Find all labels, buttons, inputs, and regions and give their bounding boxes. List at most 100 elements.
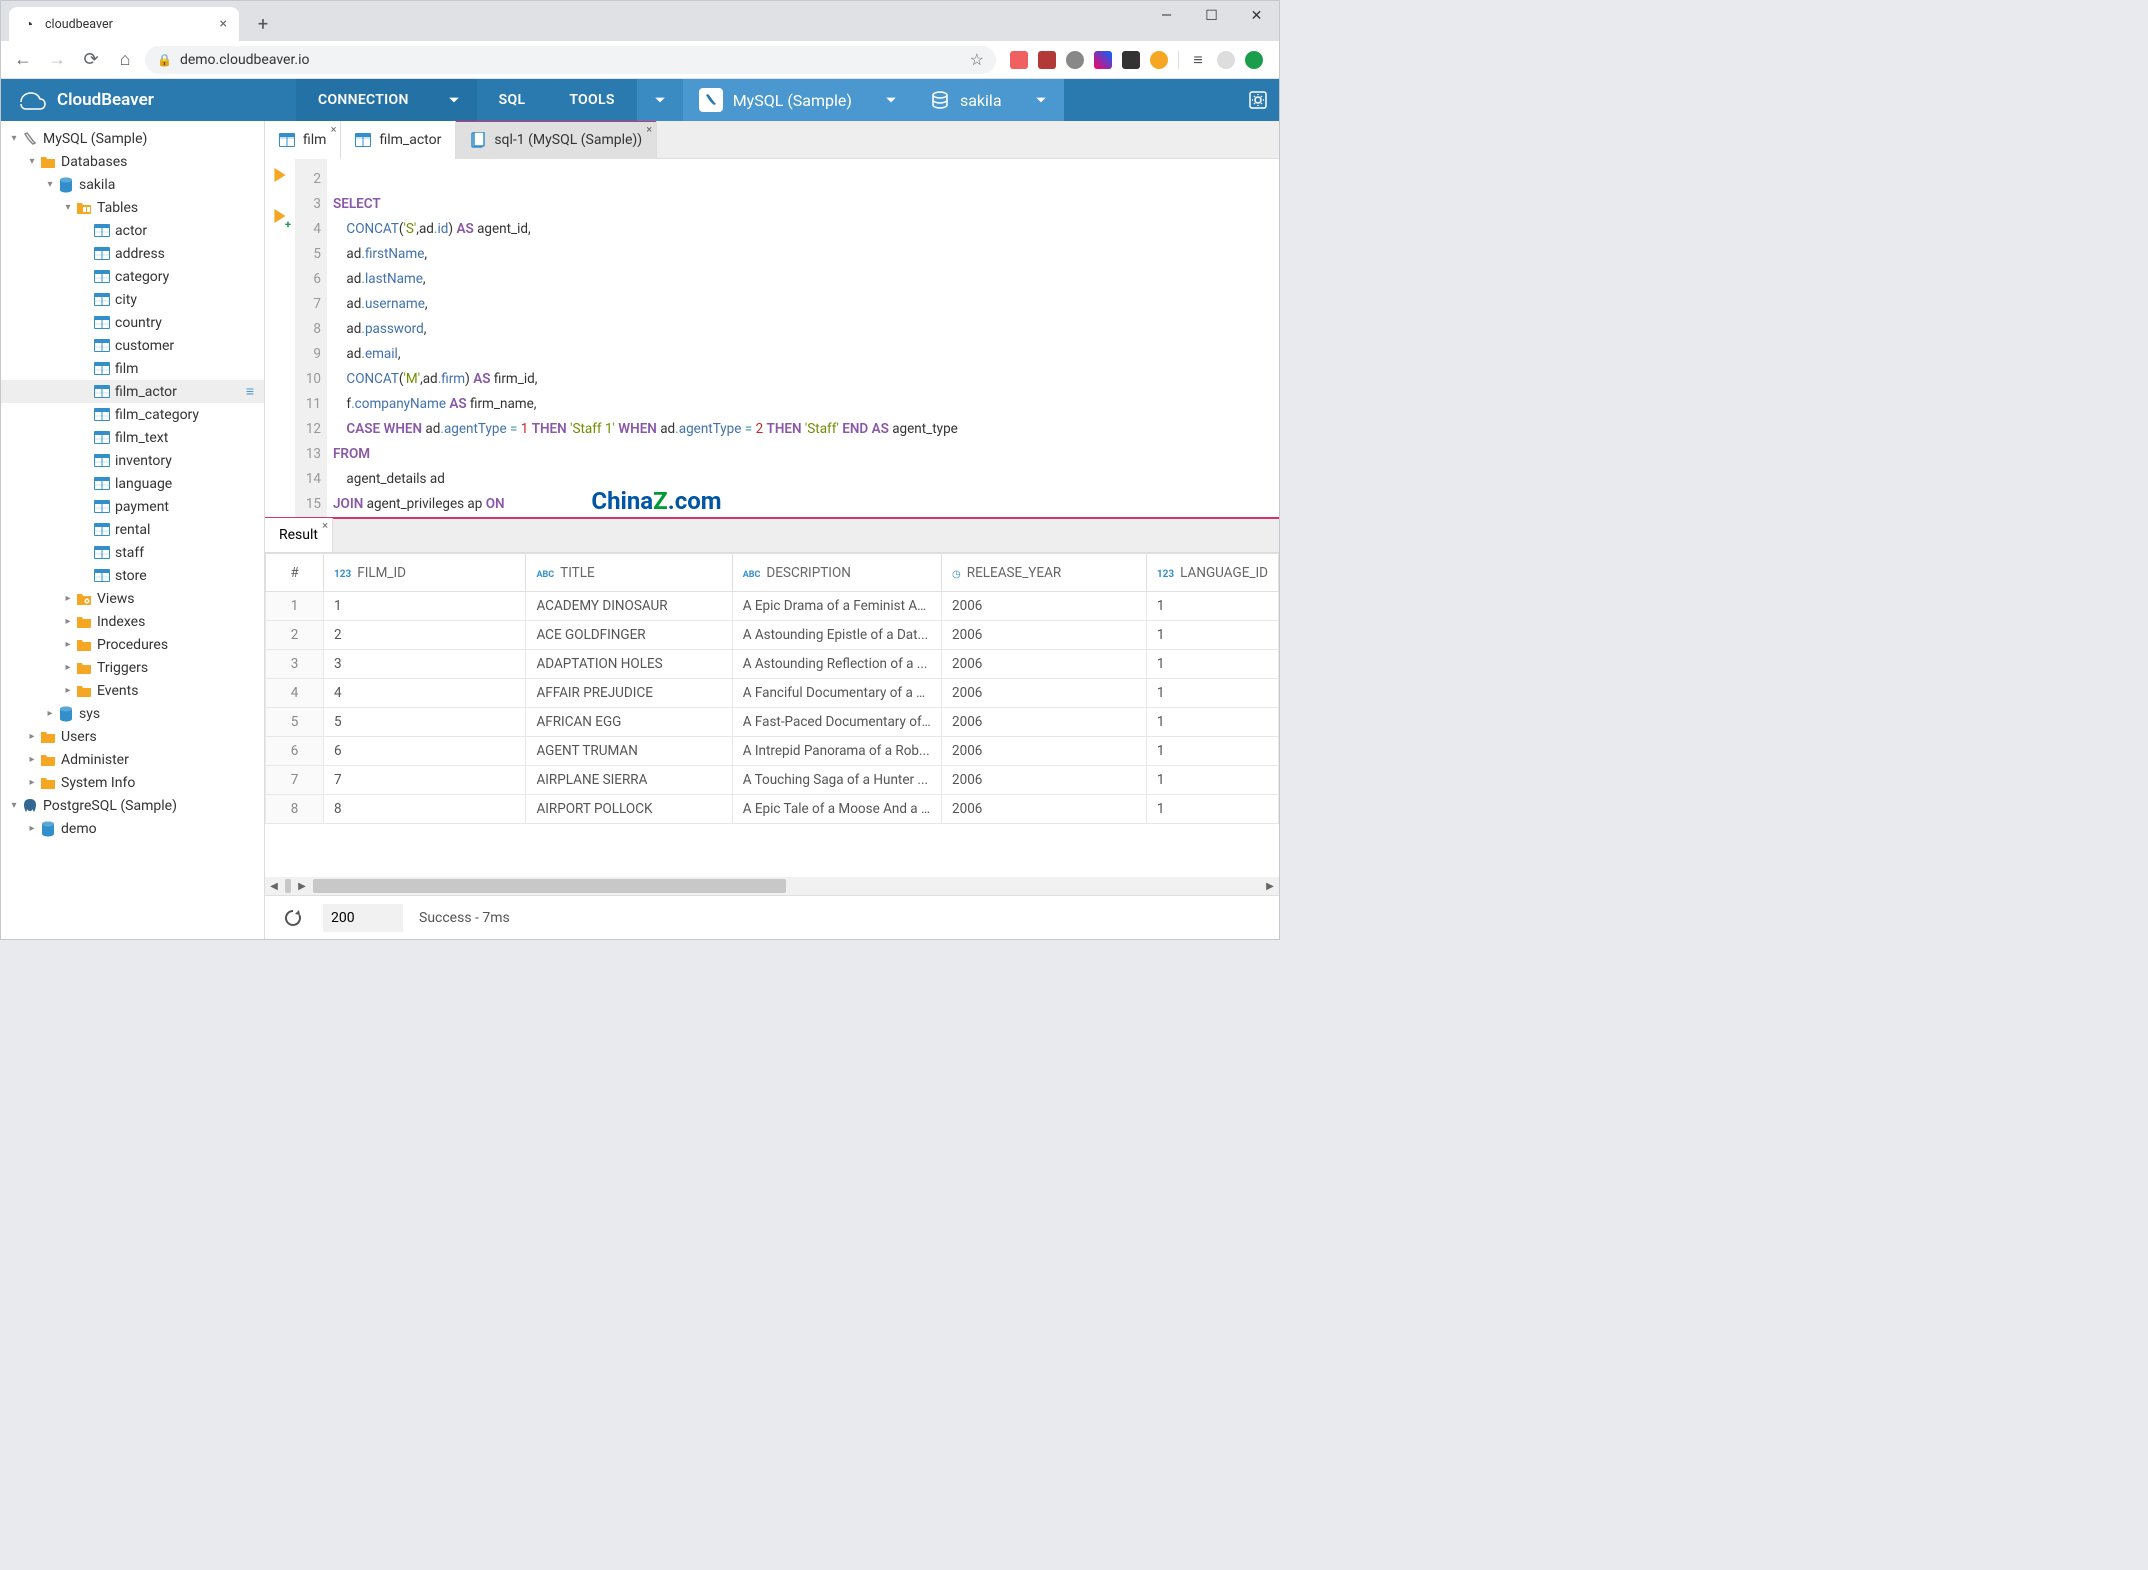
cell-description[interactable]: A Epic Drama of a Feminist An... [732, 592, 941, 621]
cell-description[interactable]: A Astounding Epistle of a Dat... [732, 621, 941, 650]
nav-reload-button[interactable]: ⟳ [77, 46, 105, 74]
new-tab-button[interactable]: + [249, 10, 277, 38]
tree-users[interactable]: ▸ Users [1, 725, 264, 748]
app-logo[interactable]: CloudBeaver [1, 88, 296, 112]
cell-title[interactable]: ADAPTATION HOLES [526, 650, 732, 679]
cell-language-id[interactable]: 1 [1146, 737, 1278, 766]
cell-description[interactable]: A Astounding Reflection of a ... [732, 650, 941, 679]
result-grid[interactable]: # 123FILM_ID ABCTITLE ABCDESCRIPTION ◷RE… [265, 553, 1279, 877]
tree-toggle-icon[interactable]: ▾ [43, 179, 57, 190]
cell-title[interactable]: AIRPORT POLLOCK [526, 795, 732, 824]
ext-icon-5[interactable] [1122, 51, 1140, 69]
tree-tables[interactable]: ▾ Tables [1, 196, 264, 219]
tree-toggle-icon[interactable]: ▾ [7, 800, 21, 811]
nav-forward-button[interactable]: → [43, 46, 71, 74]
table-row[interactable]: 3 3 ADAPTATION HOLES A Astounding Reflec… [266, 650, 1279, 679]
row-limit-input[interactable] [323, 904, 403, 932]
tree-table-customer[interactable]: customer [1, 334, 264, 357]
table-row[interactable]: 4 4 AFFAIR PREJUDICE A Fanciful Document… [266, 679, 1279, 708]
tree-schema-sys[interactable]: ▸ sys [1, 702, 264, 725]
schema-dropdown[interactable] [1018, 79, 1064, 121]
tree-table-film[interactable]: film [1, 357, 264, 380]
close-icon[interactable]: × [646, 123, 652, 136]
cell-language-id[interactable]: 1 [1146, 795, 1278, 824]
cell-film-id[interactable]: 2 [324, 621, 526, 650]
tree-triggers[interactable]: ▸ Triggers [1, 656, 264, 679]
col-film-id[interactable]: 123FILM_ID [324, 554, 526, 592]
tree-toggle-icon[interactable]: ▸ [61, 616, 75, 627]
cell-release-year[interactable]: 2006 [942, 708, 1147, 737]
scroll-right-icon-1[interactable]: ▶ [293, 877, 311, 895]
ext-icon-2[interactable] [1038, 51, 1056, 69]
code-body[interactable]: SELECT CONCAT('S',ad.id) AS agent_id, ad… [327, 159, 1279, 517]
tree-table-staff[interactable]: staff [1, 541, 264, 564]
menu-connection-dropdown[interactable] [431, 79, 477, 121]
schema-selector[interactable]: sakila [914, 79, 1018, 121]
cell-film-id[interactable]: 7 [324, 766, 526, 795]
cell-film-id[interactable]: 4 [324, 679, 526, 708]
tree-table-address[interactable]: address [1, 242, 264, 265]
cell-description[interactable]: A Fanciful Documentary of a F... [732, 679, 941, 708]
editor-tab-film[interactable]: film × [265, 121, 341, 159]
cell-title[interactable]: AFRICAN EGG [526, 708, 732, 737]
ext-icon-profile[interactable] [1217, 51, 1235, 69]
ext-icon-4[interactable] [1094, 51, 1112, 69]
tree-views[interactable]: ▸ Views [1, 587, 264, 610]
cell-language-id[interactable]: 1 [1146, 650, 1278, 679]
tree-toggle-icon[interactable]: ▸ [61, 593, 75, 604]
tree-indexes[interactable]: ▸ Indexes [1, 610, 264, 633]
tree-toggle-icon[interactable]: ▾ [61, 202, 75, 213]
table-row[interactable]: 1 1 ACADEMY DINOSAUR A Epic Drama of a F… [266, 592, 1279, 621]
ext-icon-3[interactable] [1066, 51, 1084, 69]
ext-icon-6[interactable] [1150, 51, 1168, 69]
table-row[interactable]: 7 7 AIRPLANE SIERRA A Touching Saga of a… [266, 766, 1279, 795]
tree-table-store[interactable]: store [1, 564, 264, 587]
cell-description[interactable]: A Epic Tale of a Moose And a ... [732, 795, 941, 824]
cell-release-year[interactable]: 2006 [942, 621, 1147, 650]
tree-table-payment[interactable]: payment [1, 495, 264, 518]
tree-table-film_actor[interactable]: film_actor≡ [1, 380, 264, 403]
tree-table-film_category[interactable]: film_category [1, 403, 264, 426]
cell-film-id[interactable]: 1 [324, 592, 526, 621]
col-language-id[interactable]: 123LANGUAGE_ID [1146, 554, 1278, 592]
horizontal-scrollbar[interactable]: ◀ ▶ ▶ [265, 877, 1279, 895]
editor-tab-film-actor[interactable]: film_actor [341, 121, 456, 159]
tree-toggle-icon[interactable]: ▸ [61, 685, 75, 696]
tree-toggle-icon[interactable]: ▸ [25, 777, 39, 788]
row-menu-icon[interactable]: ≡ [246, 383, 254, 400]
window-minimize-button[interactable]: — [1144, 1, 1189, 31]
cell-film-id[interactable]: 8 [324, 795, 526, 824]
cell-language-id[interactable]: 1 [1146, 621, 1278, 650]
cell-description[interactable]: A Intrepid Panorama of a Rob... [732, 737, 941, 766]
tree-table-inventory[interactable]: inventory [1, 449, 264, 472]
tree-databases[interactable]: ▾ Databases [1, 150, 264, 173]
cell-description[interactable]: A Touching Saga of a Hunter ... [732, 766, 941, 795]
tree-connection-pg[interactable]: ▾ PostgreSQL (Sample) [1, 794, 264, 817]
col-description[interactable]: ABCDESCRIPTION [732, 554, 941, 592]
cell-film-id[interactable]: 3 [324, 650, 526, 679]
cell-release-year[interactable]: 2006 [942, 766, 1147, 795]
col-rownum[interactable]: # [266, 554, 324, 592]
cell-language-id[interactable]: 1 [1146, 766, 1278, 795]
close-icon[interactable]: × [322, 519, 328, 532]
tree-toggle-icon[interactable]: ▸ [25, 823, 39, 834]
run-query-button[interactable] [273, 167, 287, 186]
ext-icon-1[interactable] [1010, 51, 1028, 69]
run-script-button[interactable]: + [273, 208, 287, 227]
settings-button[interactable] [1237, 79, 1279, 121]
window-maximize-button[interactable]: ☐ [1189, 1, 1234, 31]
connection-dropdown[interactable] [868, 79, 914, 121]
menu-sql[interactable]: SQL [477, 79, 548, 121]
tree-toggle-icon[interactable]: ▸ [61, 662, 75, 673]
cell-release-year[interactable]: 2006 [942, 737, 1147, 766]
tree-system-info[interactable]: ▸ System Info [1, 771, 264, 794]
menu-connection[interactable]: CONNECTION [296, 79, 431, 121]
cell-description[interactable]: A Fast-Paced Documentary of ... [732, 708, 941, 737]
tree-schema-demo[interactable]: ▸ demo [1, 817, 264, 840]
nav-back-button[interactable]: ← [9, 46, 37, 74]
tree-connection[interactable]: ▾ MySQL (Sample) [1, 127, 264, 150]
table-row[interactable]: 8 8 AIRPORT POLLOCK A Epic Tale of a Moo… [266, 795, 1279, 824]
tree-table-actor[interactable]: actor [1, 219, 264, 242]
tree-table-language[interactable]: language [1, 472, 264, 495]
navigation-tree[interactable]: ▾ MySQL (Sample) ▾ Databases ▾ sakila ▾ … [1, 121, 265, 939]
